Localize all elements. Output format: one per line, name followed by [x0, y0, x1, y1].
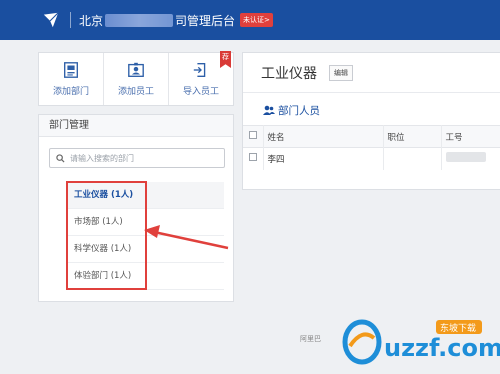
recommend-ribbon: 荐	[220, 51, 231, 68]
column-name[interactable]: 姓名	[263, 125, 384, 148]
row-position	[383, 147, 442, 170]
department-panel-title: 部门管理	[39, 115, 233, 137]
search-icon	[56, 153, 65, 163]
company-prefix: 北京	[79, 13, 104, 28]
quick-actions: 添加部门 添加员工 导入员工 荐	[38, 51, 234, 106]
add-employee-icon	[128, 62, 144, 77]
select-all-cell	[243, 125, 264, 148]
add-department-icon	[64, 62, 78, 78]
row-id	[441, 147, 500, 170]
department-search[interactable]	[49, 148, 225, 168]
add-employee-button[interactable]: 添加员工	[104, 53, 169, 105]
top-bar: 北京 司管理后台 未认证>	[0, 0, 500, 40]
company-name: 北京 司管理后台 未认证>	[79, 12, 273, 29]
members-table: 姓名 职位 工号 李四	[243, 125, 500, 170]
watermark-tag: 东坡下载	[440, 322, 476, 334]
app-logo-icon[interactable]	[40, 9, 62, 31]
annotation-arrow	[144, 225, 229, 250]
row-name: 李四	[263, 147, 384, 170]
add-department-label: 添加部门	[52, 87, 89, 97]
header-divider	[70, 12, 71, 28]
column-id[interactable]: 工号	[441, 125, 500, 148]
select-all-checkbox[interactable]	[248, 131, 257, 139]
row-checkbox[interactable]	[248, 153, 257, 162]
import-employee-button[interactable]: 导入员工 荐	[169, 51, 233, 105]
redacted-name	[105, 13, 174, 27]
import-employee-label: 导入员工	[182, 87, 219, 97]
watermark-brand: uzzf.com	[384, 334, 500, 362]
highlight-box	[66, 181, 147, 290]
department-detail-panel: 工业仪器 编辑 部门人员 姓名 职位 工号 李四	[242, 52, 500, 190]
members-label: 部门人员	[278, 105, 320, 117]
table-header-row: 姓名 职位 工号	[243, 125, 500, 148]
company-suffix: 司管理后台	[175, 13, 236, 28]
detail-header: 工业仪器 编辑	[243, 53, 500, 93]
site-watermark-logo: uzzf.com 东坡下载	[342, 319, 500, 365]
members-section-title: 部门人员	[243, 93, 500, 118]
add-department-button[interactable]: 添加部门	[39, 53, 104, 105]
redacted-id	[445, 152, 486, 163]
department-search-input[interactable]	[70, 153, 210, 163]
table-row[interactable]: 李四	[243, 147, 500, 170]
department-title: 工业仪器	[261, 65, 317, 82]
edit-button[interactable]: 编辑	[329, 64, 353, 81]
people-icon	[263, 105, 275, 115]
row-select-cell	[243, 147, 264, 170]
footer-text: 阿里巴	[300, 335, 321, 343]
column-position[interactable]: 职位	[383, 125, 442, 148]
add-employee-label: 添加员工	[117, 87, 154, 97]
certification-badge[interactable]: 未认证>	[240, 13, 273, 27]
import-employee-icon	[193, 63, 206, 77]
